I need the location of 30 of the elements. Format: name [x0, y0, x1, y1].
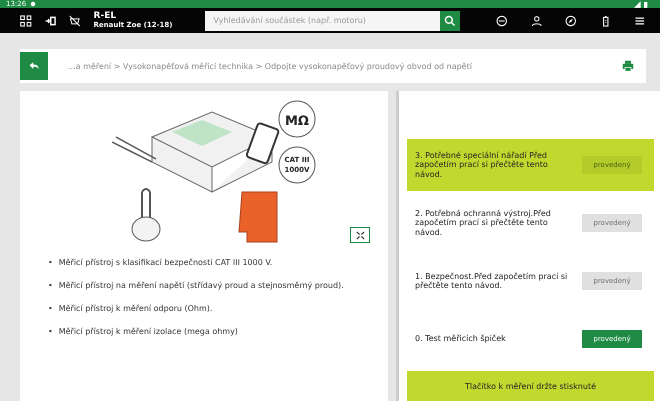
- step-text: 3. Potřebné speciální nářadí Před započetím prací si přečtěte tento návod.: [415, 151, 549, 179]
- step-text: 1. Bezpečnost.Před započetím prací si přečtěte tento návod.: [415, 272, 568, 290]
- measure-hold-button[interactable]: Tlačítko k měření držte stisknuté: [407, 371, 654, 401]
- notification-icon: [30, 1, 36, 7]
- bullet: •: [48, 257, 53, 268]
- fullscreen-button[interactable]: [350, 227, 370, 243]
- grid-icon[interactable]: [20, 14, 32, 28]
- bullet: •: [48, 326, 53, 337]
- search-button[interactable]: [440, 10, 460, 30]
- back-arrow-icon: [28, 60, 40, 72]
- requirement-item: Měřicí přístroj na měření napětí (střídavý proud a stejnosměrný proud).: [58, 280, 344, 291]
- user-icon[interactable]: [530, 14, 542, 28]
- print-icon[interactable]: [622, 60, 634, 72]
- breadcrumb: ...a měření > Vysokonapěťová měřicí technika > Odpojte vysokonapěťový proudový obvod od napětí: [68, 62, 473, 70]
- fullscreen-icon: [356, 230, 364, 240]
- step-text: 0. Test měřicích špiček: [415, 334, 507, 344]
- requirement-item: Měřicí přístroj k měření odporu (Ohm).: [58, 303, 212, 314]
- search-field[interactable]: Vyhledávání součástek (např. motoru): [205, 10, 440, 30]
- vehicle-title: R-EL: [94, 12, 118, 22]
- bullet: •: [48, 280, 53, 291]
- requirement-item: Měřicí přístroj k měření izolace (mega ohmy): [58, 326, 238, 337]
- step-text: 2. Potřebná ochranná výstroj.Před započetím prací si přečtěte tento návod.: [415, 209, 552, 237]
- no-car-icon[interactable]: [69, 14, 81, 28]
- requirement-item: Měřicí přístroj s klasifikací bezpečnosti CAT III 1000 V.: [58, 257, 272, 268]
- back-button[interactable]: [20, 52, 48, 80]
- compass-icon[interactable]: [565, 14, 577, 28]
- connector-icon[interactable]: [44, 14, 56, 28]
- minus-circle-icon[interactable]: [496, 14, 508, 28]
- bullet: •: [48, 303, 53, 314]
- search-icon: [444, 14, 456, 26]
